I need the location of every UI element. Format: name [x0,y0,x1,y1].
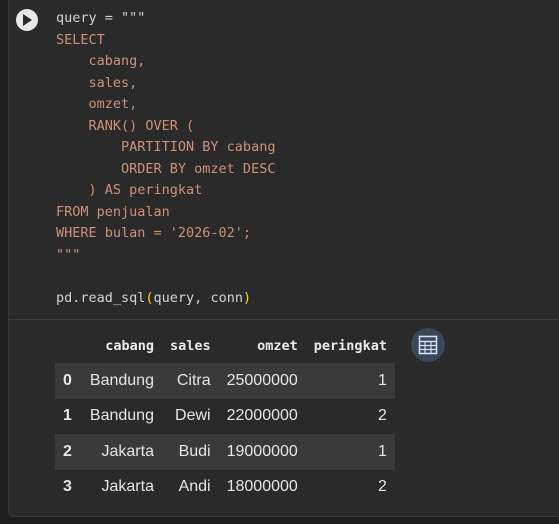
output-divider [8,319,559,320]
code-line: FROM penjualan [56,203,170,220]
code-line: WHERE bulan = '2026-02'; [56,225,252,241]
convert-to-interactive-table-button[interactable] [411,328,445,362]
run-cell-button[interactable] [16,9,38,31]
column-header: sales [169,337,211,354]
code-line: RANK() OVER ( [56,117,195,134]
row-index: 2 [55,434,82,470]
column-header: peringkat [313,337,387,354]
code-line: pd.read_sql(query, conn) [56,289,252,306]
code-editor[interactable]: query = """ SELECT cabang, sales, omzet,… [56,8,275,309]
cell-peringkat: 1 [305,363,395,399]
table-header-row: cabang sales omzet peringkat [55,328,395,363]
row-index: 3 [63,478,72,496]
code-line: omzet, [56,96,138,112]
code-line: """ [56,246,81,263]
cell-peringkat: 2 [378,478,387,496]
dataframe-table: cabang sales omzet peringkat 0 Bandung C… [55,328,395,505]
cell-sales: Citra [161,363,219,399]
table-row: 0 Bandung Citra 25000000 1 [55,363,395,399]
cell-sales: Dewi [175,407,211,425]
table-row: 2 Jakarta Budi 19000000 1 [55,434,395,470]
column-header: omzet [257,337,298,354]
cell-peringkat: 2 [378,407,387,425]
cell-cabang: Jakarta [101,478,154,496]
output-dataframe: cabang sales omzet peringkat 0 Bandung C… [55,328,395,505]
cell-omzet: 22000000 [226,407,298,425]
code-line: ) AS peringkat [56,182,203,198]
code-line: PARTITION BY cabang [56,139,276,155]
code-line: query = """ [56,10,146,26]
cell-cabang: Bandung [89,407,154,425]
code-line: cabang, [56,53,146,69]
table-row: 1 Bandung Dewi 22000000 2 [55,399,395,435]
cell-cabang: Bandung [81,363,162,399]
cell-sales: Budi [161,434,219,470]
code-line: sales, [56,74,138,91]
cell-omzet: 19000000 [218,434,306,470]
cell-peringkat: 1 [305,434,395,470]
index-header [55,328,82,363]
cell-sales: Andi [178,478,211,496]
cell-omzet: 25000000 [218,363,306,399]
code-line: SELECT [56,31,105,48]
play-icon [23,14,32,26]
row-index: 0 [55,363,82,399]
code-line: ORDER BY omzet DESC [56,160,276,177]
table-icon [418,335,438,355]
column-header: cabang [105,337,154,354]
row-index: 1 [63,407,72,425]
cell-omzet: 18000000 [226,478,298,496]
table-row: 3 Jakarta Andi 18000000 2 [55,470,395,506]
cell-cabang: Jakarta [81,434,162,470]
